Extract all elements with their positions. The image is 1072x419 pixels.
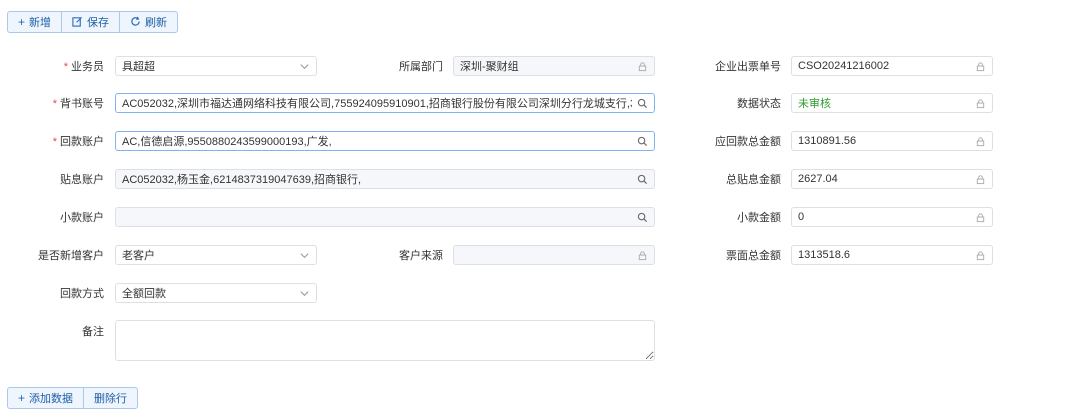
edit-icon bbox=[72, 16, 83, 29]
plus-icon: + bbox=[18, 391, 26, 405]
new-customer-label: 是否新增客户 bbox=[38, 250, 104, 262]
endorse-account-field[interactable]: AC052032,深圳市福达通网络科技有限公司,755924095910901,… bbox=[115, 93, 655, 113]
discount-account-field[interactable]: AC052032,杨玉金,6214837319047639,招商银行, bbox=[115, 169, 655, 189]
search-icon[interactable] bbox=[636, 173, 648, 185]
lock-icon bbox=[974, 249, 986, 261]
chevron-down-icon bbox=[298, 249, 310, 261]
face-total-value: 1313518.6 bbox=[798, 249, 850, 261]
plus-icon: + bbox=[18, 15, 26, 29]
return-total-field[interactable]: 1310891.56 bbox=[791, 131, 993, 151]
return-total-value: 1310891.56 bbox=[798, 135, 857, 147]
discount-total-field[interactable]: 2627.04 bbox=[791, 169, 993, 189]
small-account-field[interactable] bbox=[115, 207, 655, 227]
small-amount-field[interactable]: 0 bbox=[791, 207, 993, 227]
discount-account-label: 贴息账户 bbox=[60, 174, 104, 186]
small-amount-label: 小款金额 bbox=[737, 212, 781, 224]
discount-total-label: 总贴息金额 bbox=[726, 174, 781, 186]
return-total-label: 应回款总金额 bbox=[715, 136, 781, 148]
data-status-value: 未审核 bbox=[798, 98, 831, 110]
add-row-button[interactable]: + 添加数据 bbox=[8, 388, 85, 408]
salesman-label: * 业务员 bbox=[63, 61, 104, 73]
delete-row-button[interactable]: 删除行 bbox=[84, 388, 137, 408]
lock-icon bbox=[974, 97, 986, 109]
chevron-down-icon bbox=[298, 60, 310, 72]
face-total-field[interactable]: 1313518.6 bbox=[791, 245, 993, 265]
face-total-label: 票面总金额 bbox=[726, 250, 781, 262]
lock-icon bbox=[974, 135, 986, 147]
refresh-button-label: 刷新 bbox=[145, 17, 168, 29]
customer-source-label: 客户来源 bbox=[399, 250, 443, 262]
add-row-button-label: 添加数据 bbox=[29, 393, 74, 405]
save-button[interactable]: 保存 bbox=[62, 12, 121, 32]
new-customer-select[interactable]: 老客户 bbox=[115, 245, 317, 265]
remark-label: 备注 bbox=[82, 326, 104, 338]
delete-row-button-label: 删除行 bbox=[94, 393, 128, 405]
refresh-icon bbox=[130, 16, 141, 29]
return-account-value: AC,信德启源,9550880243599000193,广发, bbox=[122, 136, 332, 148]
search-icon[interactable] bbox=[636, 211, 648, 223]
search-icon[interactable] bbox=[636, 135, 648, 147]
lock-icon bbox=[636, 60, 648, 72]
salesman-value: 具超超 bbox=[122, 61, 155, 73]
customer-source-field[interactable] bbox=[453, 245, 655, 265]
invoice-no-label: 企业出票单号 bbox=[715, 61, 781, 73]
department-field[interactable]: 深圳-聚财组 bbox=[453, 56, 655, 76]
save-button-label: 保存 bbox=[87, 17, 110, 29]
invoice-no-field[interactable]: CSO20241216002 bbox=[791, 56, 993, 76]
lock-icon bbox=[974, 211, 986, 223]
lock-icon bbox=[636, 249, 648, 261]
bottom-toolbar: + 添加数据 删除行 bbox=[7, 387, 139, 409]
data-status-field[interactable]: 未审核 bbox=[791, 93, 993, 113]
invoice-no-value: CSO20241216002 bbox=[798, 60, 890, 72]
endorse-account-label: * 背书账号 bbox=[52, 98, 104, 110]
small-account-label: 小款账户 bbox=[60, 212, 104, 224]
department-label: 所属部门 bbox=[399, 61, 443, 73]
return-method-value: 全额回款 bbox=[122, 288, 166, 300]
top-toolbar: + 新增 保存 刷新 bbox=[7, 11, 179, 33]
lock-icon bbox=[974, 60, 986, 72]
new-customer-value: 老客户 bbox=[122, 250, 155, 262]
return-account-field[interactable]: AC,信德启源,9550880243599000193,广发, bbox=[115, 131, 655, 151]
refresh-button[interactable]: 刷新 bbox=[120, 12, 177, 32]
add-button-label: 新增 bbox=[29, 17, 52, 29]
lock-icon bbox=[974, 173, 986, 185]
discount-total-value: 2627.04 bbox=[798, 173, 838, 185]
discount-account-value: AC052032,杨玉金,6214837319047639,招商银行, bbox=[122, 174, 362, 186]
search-icon[interactable] bbox=[636, 97, 648, 109]
return-method-label: 回款方式 bbox=[60, 288, 104, 300]
return-method-select[interactable]: 全额回款 bbox=[115, 283, 317, 303]
endorse-account-value: AC052032,深圳市福达通网络科技有限公司,755924095910901,… bbox=[122, 98, 632, 110]
department-value: 深圳-聚财组 bbox=[460, 61, 519, 73]
remark-textarea[interactable] bbox=[115, 320, 655, 361]
return-account-label: * 回款账户 bbox=[52, 136, 104, 148]
salesman-select[interactable]: 具超超 bbox=[115, 56, 317, 76]
small-amount-value: 0 bbox=[798, 211, 805, 223]
chevron-down-icon bbox=[298, 287, 310, 299]
data-status-label: 数据状态 bbox=[737, 98, 781, 110]
add-button[interactable]: + 新增 bbox=[8, 12, 63, 32]
